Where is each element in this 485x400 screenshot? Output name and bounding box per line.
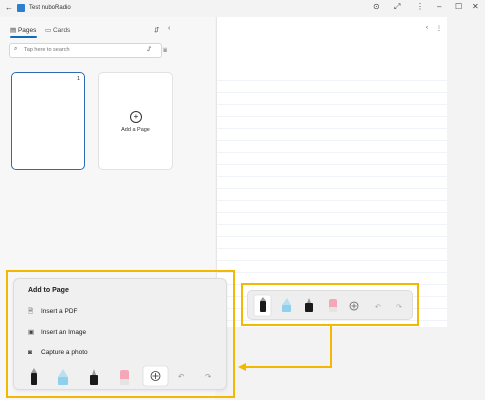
page-header-area bbox=[217, 17, 447, 69]
app-icon bbox=[17, 4, 25, 12]
image-icon: ▣ bbox=[28, 329, 35, 336]
undo-icon: ↶ bbox=[178, 372, 184, 381]
connector-line-vertical bbox=[330, 326, 332, 368]
pink-eraser-icon bbox=[120, 370, 129, 385]
back-arrow-icon[interactable]: ← bbox=[5, 3, 13, 12]
mini-fineliner-icon bbox=[305, 298, 313, 312]
insert-pdf-menu-item[interactable]: 🗎 Insert a PDF bbox=[28, 307, 77, 318]
add-to-page-flyout: Add to Page 🗎 Insert a PDF ▣ Insert an Ima… bbox=[13, 278, 227, 390]
pages-icon: ▤ bbox=[10, 27, 17, 34]
page-more-icon[interactable]: ⋮ bbox=[436, 25, 442, 32]
close-button[interactable]: ✕ bbox=[472, 2, 479, 11]
handwriting-search-icon[interactable]: ᔑ bbox=[147, 46, 151, 53]
window-title: Test nuboRadio bbox=[29, 5, 71, 11]
search-input[interactable] bbox=[24, 47, 142, 53]
sort-list-icon[interactable]: ⇵ bbox=[154, 26, 159, 34]
maximize-button[interactable]: ☐ bbox=[455, 2, 462, 11]
pen-toolbar: ↶ ↷ bbox=[31, 365, 212, 387]
cards-icon: ▭ bbox=[45, 27, 52, 34]
add-circle-icon: + bbox=[130, 111, 142, 123]
minimize-button[interactable]: – bbox=[437, 2, 441, 11]
collapse-sidebar-icon[interactable]: ‹ bbox=[168, 25, 170, 32]
black-pen-icon bbox=[31, 368, 37, 385]
fineliner-icon bbox=[90, 369, 98, 385]
redo-icon: ↷ bbox=[205, 372, 212, 381]
tab-cards[interactable]: ▭ Cards bbox=[45, 26, 70, 34]
page-prev-icon[interactable]: ‹ bbox=[426, 25, 428, 31]
add-page-button[interactable]: + Add a Page bbox=[98, 72, 173, 170]
insert-image-menu-item[interactable]: ▣ Insert an Image bbox=[28, 328, 86, 336]
camera-icon: ◙ bbox=[28, 349, 32, 356]
connector-line-horizontal bbox=[245, 366, 332, 368]
insert-image-label: Insert an Image bbox=[41, 329, 87, 336]
refresh-icon[interactable]: ⊙ bbox=[373, 2, 380, 11]
svg-text:↶: ↶ bbox=[375, 303, 381, 311]
flyout-title: Add to Page bbox=[28, 287, 69, 294]
mini-pen-toolbar: ↶ ↷ bbox=[247, 290, 413, 320]
mini-highlighter-icon bbox=[282, 298, 291, 312]
insert-pdf-label: Insert a PDF bbox=[41, 308, 78, 315]
blue-highlighter-icon bbox=[58, 369, 68, 385]
selected-tab-indicator bbox=[10, 36, 37, 38]
mini-eraser-icon bbox=[329, 299, 337, 312]
pdf-file-icon: 🗎 bbox=[28, 308, 34, 315]
search-box[interactable]: ⌕ ᔑ bbox=[9, 43, 162, 58]
tab-pages[interactable]: ▤ Pages bbox=[10, 26, 36, 34]
note-page-canvas[interactable]: ‹ ⋮ bbox=[216, 17, 447, 327]
capture-photo-menu-item[interactable]: ◙ Capture a photo bbox=[28, 349, 88, 356]
page-number: 1 bbox=[76, 76, 80, 82]
arrow-head-icon bbox=[238, 363, 246, 371]
more-options-icon[interactable]: ⋮ bbox=[416, 2, 424, 11]
filter-icon[interactable]: ⩸ bbox=[163, 47, 167, 55]
add-page-label: Add a Page bbox=[121, 127, 150, 133]
page-thumbnail[interactable]: 1 bbox=[11, 72, 85, 170]
svg-text:↷: ↷ bbox=[396, 303, 402, 311]
capture-photo-label: Capture a photo bbox=[41, 349, 88, 356]
search-icon: ⌕ bbox=[14, 46, 18, 52]
tab-pages-label: Pages bbox=[17, 27, 37, 34]
title-bar: ← Test nuboRadio ⊙ ⤢ ⋮ – ☐ ✕ bbox=[0, 0, 485, 17]
expand-icon[interactable]: ⤢ bbox=[394, 2, 400, 12]
tab-cards-label: Cards bbox=[52, 27, 71, 34]
mini-toolbar-icons: ↶ ↷ bbox=[253, 294, 402, 317]
